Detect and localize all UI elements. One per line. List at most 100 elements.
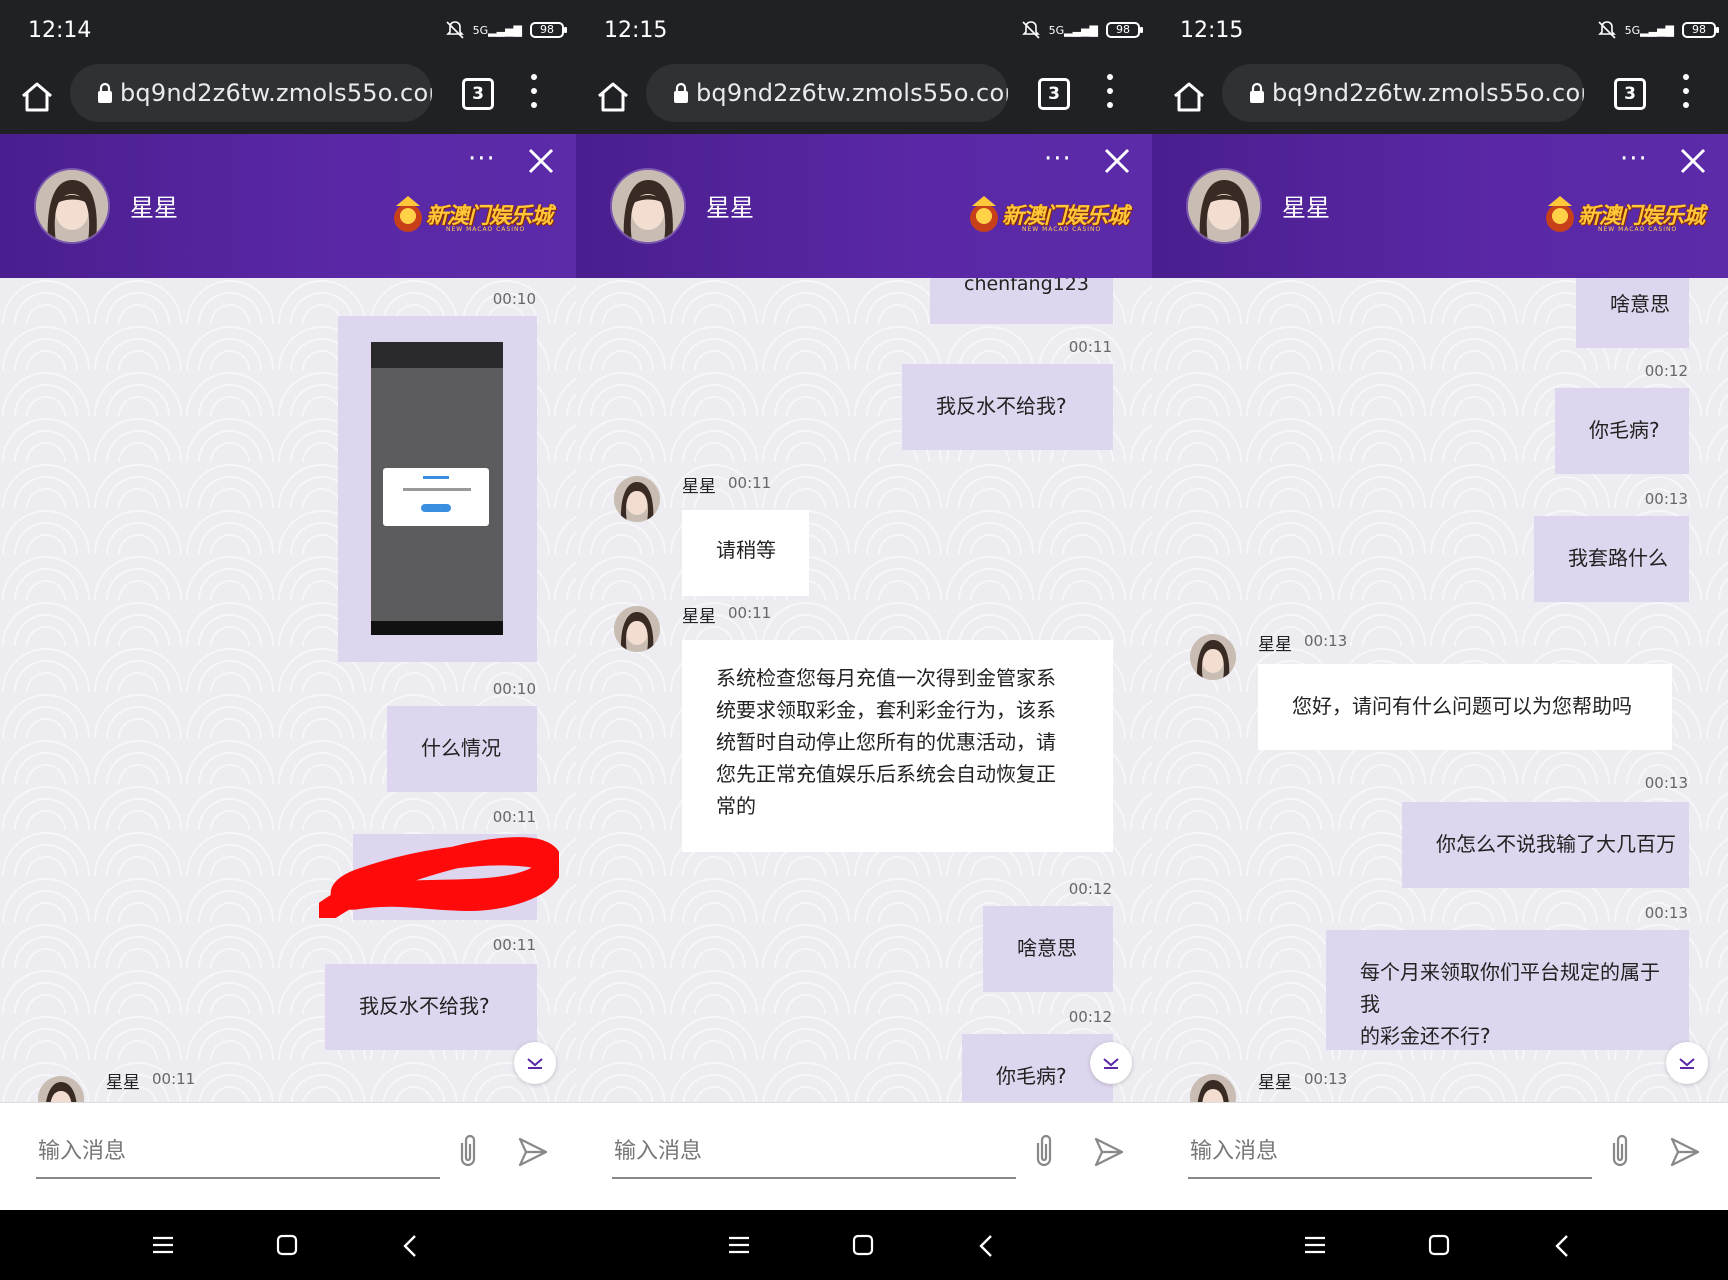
status-time: 12:15 bbox=[1180, 18, 1244, 43]
message-bubble-outgoing[interactable]: 我反水不给我? bbox=[902, 364, 1113, 450]
home-icon[interactable] bbox=[18, 78, 56, 116]
send-icon[interactable] bbox=[516, 1135, 550, 1169]
status-bar: 12:15 5G▂▃▅▇ 98 bbox=[1152, 0, 1728, 62]
message-timestamp: 00:11 bbox=[492, 936, 536, 954]
attachment-icon[interactable] bbox=[1030, 1131, 1058, 1171]
signal-icon: 5G▂▃▅▇ bbox=[1048, 23, 1098, 37]
send-icon[interactable] bbox=[1092, 1135, 1126, 1169]
back-icon[interactable] bbox=[976, 1234, 996, 1258]
attachment-icon[interactable] bbox=[454, 1131, 482, 1171]
status-time: 12:15 bbox=[604, 18, 668, 43]
message-bubble-outgoing[interactable]: 我套路什么 bbox=[1534, 516, 1689, 602]
signal-icon: 5G▂▃▅▇ bbox=[472, 23, 522, 37]
phone-panel-3: 12:15 5G▂▃▅▇ 98 bq9nd2z6tw.zmols55o.com … bbox=[1152, 0, 1728, 1280]
brand-logo: 新澳门娱乐城 NEW MACAO CASINO bbox=[390, 194, 553, 240]
chevron-down-icon bbox=[527, 1058, 543, 1069]
android-nav-bar bbox=[0, 1210, 576, 1280]
avatar bbox=[614, 606, 660, 652]
message-bubble-outgoing[interactable]: 啥意思 bbox=[983, 906, 1113, 992]
message-timestamp: 00:13 bbox=[1644, 904, 1688, 922]
chat-header: 星星 ··· 新澳门娱乐城 NEW MACAO CASINO bbox=[576, 134, 1152, 278]
attachment-icon[interactable] bbox=[1606, 1131, 1634, 1171]
agent-message-meta: 星星 00:11 bbox=[0, 1068, 576, 1102]
agent-message-meta: 星星 00:11 bbox=[576, 472, 1152, 522]
url-text: bq9nd2z6tw.zmols55o.com bbox=[696, 79, 1008, 107]
agent-name: 星星 bbox=[706, 194, 754, 222]
tab-switcher-button[interactable]: 3 bbox=[1038, 78, 1070, 110]
message-bubble-outgoing[interactable]: 每个月来领取你们平台规定的属于我 的彩金还不行? bbox=[1326, 930, 1689, 1050]
message-timestamp: 00:13 bbox=[1644, 490, 1688, 508]
message-bubble-outgoing[interactable]: 你毛病? bbox=[1555, 388, 1689, 474]
message-bubble-incoming[interactable]: 系统检查您每月充值一次得到金管家系 统要求领取彩金，套利彩金行为，该系 统暂时自… bbox=[682, 640, 1113, 852]
home-square-icon[interactable] bbox=[1428, 1234, 1450, 1256]
screenshot-collage: 12:14 5G▂▃▅▇ 98 bq9nd2z6tw.zmols55o.com … bbox=[0, 0, 1728, 1280]
scroll-to-bottom-button[interactable] bbox=[1090, 1042, 1132, 1084]
avatar bbox=[38, 1076, 84, 1102]
image-message[interactable] bbox=[338, 316, 537, 662]
message-bubble-outgoing[interactable]: 什么情况 bbox=[387, 706, 537, 792]
close-icon[interactable] bbox=[1678, 146, 1708, 176]
avatar bbox=[1190, 1074, 1236, 1102]
browser-menu-icon[interactable] bbox=[526, 74, 542, 108]
brand-logo: 新澳门娱乐城 NEW MACAO CASINO bbox=[966, 194, 1129, 240]
tab-switcher-button[interactable]: 3 bbox=[1614, 78, 1646, 110]
back-icon[interactable] bbox=[1552, 1234, 1572, 1258]
send-icon[interactable] bbox=[1668, 1135, 1702, 1169]
chat-messages[interactable]: chenfang123 00:11 我反水不给我? 星星 00:11 请稍等 星… bbox=[576, 278, 1152, 1102]
phone-panel-1: 12:14 5G▂▃▅▇ 98 bq9nd2z6tw.zmols55o.com … bbox=[0, 0, 576, 1280]
message-timestamp: 00:12 bbox=[1068, 880, 1112, 898]
recents-icon[interactable] bbox=[1304, 1236, 1326, 1254]
message-input[interactable] bbox=[36, 1125, 440, 1179]
mute-bell-icon bbox=[1597, 21, 1616, 39]
address-bar[interactable]: bq9nd2z6tw.zmols55o.com bbox=[646, 64, 1008, 122]
message-input[interactable] bbox=[612, 1125, 1016, 1179]
close-icon[interactable] bbox=[1102, 146, 1132, 176]
message-timestamp: 00:10 bbox=[492, 290, 536, 308]
home-square-icon[interactable] bbox=[276, 1234, 298, 1256]
tab-switcher-button[interactable]: 3 bbox=[462, 78, 494, 110]
message-bubble-outgoing[interactable]: chenfang123 bbox=[930, 278, 1113, 324]
screenshot-thumbnail[interactable] bbox=[371, 342, 503, 635]
redacted-message-bubble[interactable] bbox=[319, 834, 559, 920]
address-bar[interactable]: bq9nd2z6tw.zmols55o.com bbox=[70, 64, 432, 122]
back-icon[interactable] bbox=[400, 1234, 420, 1258]
browser-toolbar: bq9nd2z6tw.zmols55o.com 3 bbox=[576, 62, 1152, 134]
message-bubble-outgoing[interactable]: 啥意思 bbox=[1576, 278, 1689, 348]
browser-menu-icon[interactable] bbox=[1102, 74, 1118, 108]
brand-logo: 新澳门娱乐城 NEW MACAO CASINO bbox=[1542, 194, 1705, 240]
recents-icon[interactable] bbox=[152, 1236, 174, 1254]
home-square-icon[interactable] bbox=[852, 1234, 874, 1256]
message-composer bbox=[576, 1102, 1152, 1211]
recents-icon[interactable] bbox=[728, 1236, 750, 1254]
scroll-to-bottom-button[interactable] bbox=[1666, 1042, 1708, 1084]
battery-icon: 98 bbox=[530, 22, 567, 38]
home-icon[interactable] bbox=[1170, 78, 1208, 116]
message-bubble-incoming[interactable]: 您好，请问有什么问题可以为您帮助吗 bbox=[1258, 664, 1672, 750]
message-input[interactable] bbox=[1188, 1125, 1592, 1179]
message-timestamp: 00:12 bbox=[1644, 362, 1688, 380]
more-options-icon[interactable]: ··· bbox=[468, 146, 498, 172]
address-bar[interactable]: bq9nd2z6tw.zmols55o.com bbox=[1222, 64, 1584, 122]
chat-messages[interactable]: 啥意思 00:12 你毛病? 00:13 我套路什么 星星 00:13 您好，请… bbox=[1152, 278, 1728, 1102]
red-scribble-redaction bbox=[319, 837, 559, 918]
android-nav-bar bbox=[1152, 1210, 1728, 1280]
close-icon[interactable] bbox=[526, 146, 556, 176]
android-nav-bar bbox=[576, 1210, 1152, 1280]
message-timestamp: 00:11 bbox=[1068, 338, 1112, 356]
message-bubble-outgoing[interactable]: 你怎么不说我输了大几百万 bbox=[1402, 802, 1689, 888]
browser-menu-icon[interactable] bbox=[1678, 74, 1694, 108]
message-bubble-outgoing[interactable]: 我反水不给我? bbox=[325, 964, 537, 1050]
mute-bell-icon bbox=[1021, 21, 1040, 39]
more-options-icon[interactable]: ··· bbox=[1044, 146, 1074, 172]
home-icon[interactable] bbox=[594, 78, 632, 116]
lock-icon bbox=[674, 82, 688, 103]
mascot-icon bbox=[970, 196, 998, 232]
status-bar: 12:14 5G▂▃▅▇ 98 bbox=[0, 0, 576, 62]
mascot-icon bbox=[394, 196, 422, 232]
agent-name: 星星 bbox=[1282, 194, 1330, 222]
more-options-icon[interactable]: ··· bbox=[1620, 146, 1650, 172]
chat-header: 星星 ··· 新澳门娱乐城 NEW MACAO CASINO bbox=[1152, 134, 1728, 278]
chat-messages[interactable]: 00:10 00:10 什么情况 00:11 00:11 我反水不给我? 星星 … bbox=[0, 278, 576, 1102]
scroll-to-bottom-button[interactable] bbox=[514, 1042, 556, 1084]
message-bubble-incoming[interactable]: 请稍等 bbox=[682, 510, 809, 596]
